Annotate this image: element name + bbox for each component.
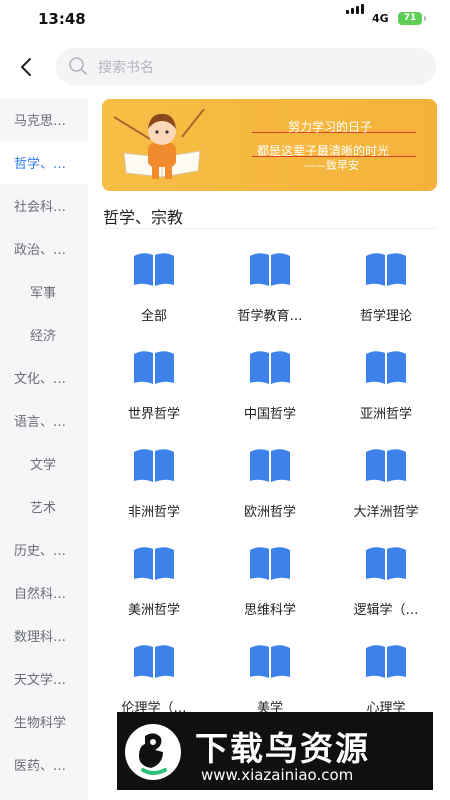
sidebar-item[interactable]: 文学 <box>0 442 88 485</box>
category-label: 哲学理论 <box>359 309 412 324</box>
book-icon <box>247 544 293 586</box>
book-icon <box>247 348 293 390</box>
book-icon <box>247 642 293 684</box>
category-item[interactable]: 思维科学 <box>212 534 328 632</box>
search-icon <box>69 57 87 75</box>
sidebar-item[interactable]: 政治、… <box>0 227 88 270</box>
category-item[interactable]: 哲学教育… <box>212 240 328 338</box>
category-label: 欧洲哲学 <box>243 505 296 520</box>
category-item[interactable]: 逻辑学（… <box>328 534 444 632</box>
sidebar-item[interactable]: 历史、… <box>0 528 88 571</box>
sidebar-item[interactable]: 天文学… <box>0 657 88 700</box>
sidebar-item[interactable]: 艺术 <box>0 485 88 528</box>
category-label: 思维科学 <box>243 603 296 618</box>
battery-icon: 71 <box>398 12 422 25</box>
category-item[interactable]: 全部 <box>96 240 212 338</box>
category-label: 哲学教育… <box>237 309 303 324</box>
book-icon <box>131 250 177 292</box>
sidebar-item[interactable]: 哲学、… <box>0 141 88 184</box>
back-arrow-icon <box>21 58 31 76</box>
book-icon <box>131 642 177 684</box>
status-bar: 13:48 4G 71 <box>0 0 450 40</box>
watermark-bird-logo <box>125 724 181 780</box>
book-icon <box>131 544 177 586</box>
banner-line-1: 努力学习的日子 <box>288 120 373 134</box>
section-divider <box>102 228 437 229</box>
watermark-text: 下载鸟资源 <box>195 729 370 768</box>
category-item[interactable]: 非洲哲学 <box>96 436 212 534</box>
category-label: 非洲哲学 <box>127 505 180 520</box>
category-item[interactable]: 大洋洲哲学 <box>328 436 444 534</box>
book-icon <box>131 348 177 390</box>
sidebar-item[interactable]: 军事 <box>0 270 88 313</box>
sidebar-item[interactable]: 经济 <box>0 313 88 356</box>
sidebar-item[interactable]: 自然科… <box>0 571 88 614</box>
category-item[interactable]: 欧洲哲学 <box>212 436 328 534</box>
category-label: 逻辑学（… <box>353 603 419 618</box>
category-item[interactable]: 中国哲学 <box>212 338 328 436</box>
category-item[interactable]: 世界哲学 <box>96 338 212 436</box>
category-item[interactable]: 美洲哲学 <box>96 534 212 632</box>
section-title: 哲学、宗教 <box>103 208 184 227</box>
category-label: 中国哲学 <box>243 407 296 422</box>
category-label: 大洋洲哲学 <box>353 505 419 520</box>
book-icon <box>363 544 409 586</box>
search-box[interactable] <box>56 48 436 87</box>
category-label: 世界哲学 <box>127 407 180 422</box>
status-time: 13:48 <box>38 10 86 28</box>
network-type: 4G <box>372 12 389 25</box>
promo-banner[interactable]: 努力学习的日子 都是这辈子最清晰的时光 ——致早安 <box>102 99 437 191</box>
sidebar-item[interactable]: 文化、… <box>0 356 88 399</box>
sidebar-item[interactable]: 数理科… <box>0 614 88 657</box>
reading-child-illustration <box>113 108 205 179</box>
category-sidebar: 马克思… 哲学、… 社会科… 政治、… 军事 经济 文化、… 语言、… 文学 艺术 历史、… 自然科…… <box>0 98 88 800</box>
book-icon <box>363 348 409 390</box>
category-item[interactable]: 亚洲哲学 <box>328 338 444 436</box>
book-icon <box>363 642 409 684</box>
book-icon <box>247 250 293 292</box>
book-icon <box>247 446 293 488</box>
book-icon <box>131 446 177 488</box>
sidebar-item[interactable]: 生物科学 <box>0 700 88 743</box>
category-label: 全部 <box>140 309 167 324</box>
category-label: 亚洲哲学 <box>359 407 412 422</box>
book-icon <box>363 250 409 292</box>
banner-line-3: ——致早安 <box>304 159 359 172</box>
sidebar-item[interactable]: 社会科… <box>0 184 88 227</box>
watermark-url: www.xiazainiao.com <box>201 766 354 784</box>
back-button[interactable] <box>14 54 40 80</box>
watermark-overlay: 下载鸟资源 www.xiazainiao.com <box>117 712 433 790</box>
sidebar-item[interactable]: 马克思… <box>0 98 88 141</box>
sidebar-item[interactable]: 语言、… <box>0 399 88 442</box>
battery-tip <box>424 16 426 21</box>
search-input[interactable] <box>96 48 420 87</box>
category-grid: 全部 哲学教育… 哲学理论世界哲学 中国哲学 亚洲哲学非洲哲学 欧洲哲学 大洋洲哲学美洲哲学… <box>96 240 444 730</box>
sidebar-item[interactable]: 医药、… <box>0 743 88 786</box>
category-item[interactable]: 哲学理论 <box>328 240 444 338</box>
book-icon <box>363 446 409 488</box>
category-label: 美洲哲学 <box>127 603 180 618</box>
